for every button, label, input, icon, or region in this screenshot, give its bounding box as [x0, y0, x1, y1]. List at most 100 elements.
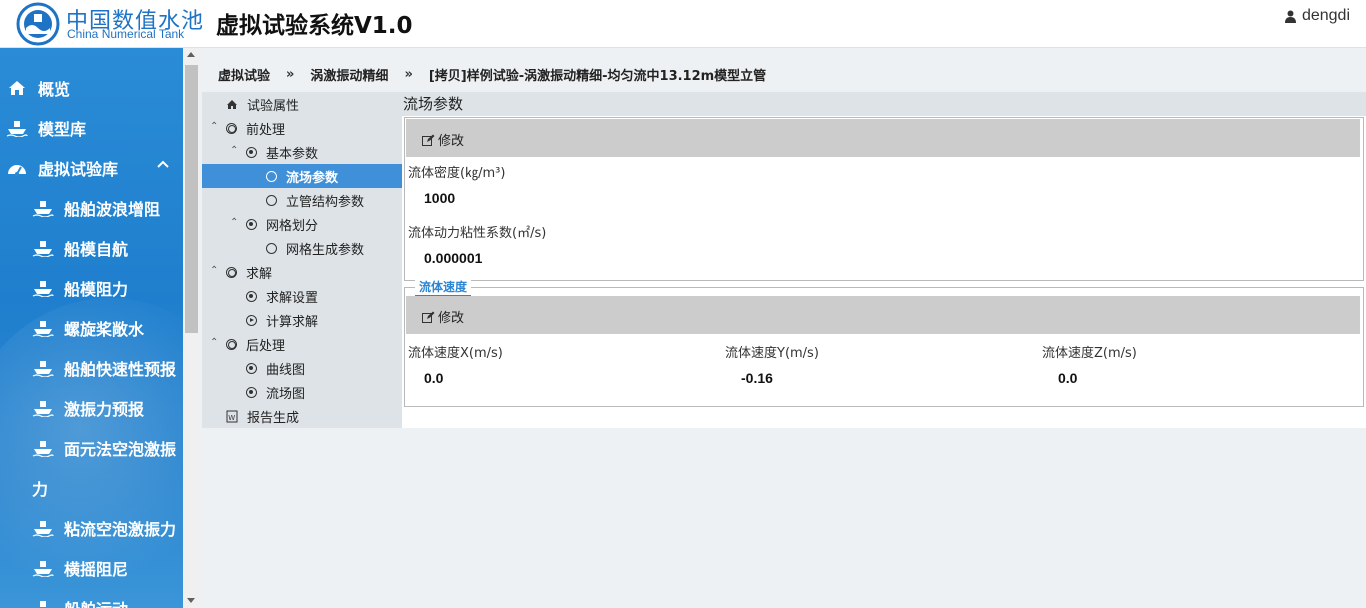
fluid-velocity-box: 流体速度 修改 流体速度X(m/s) 0.0 流体速度Y(m/s) -0.16 … — [404, 279, 1364, 407]
ship-icon — [40, 601, 46, 607]
sidebar-item-label: 螺旋桨敞水 — [64, 320, 145, 339]
ship-icon — [32, 441, 54, 457]
user-menu[interactable]: dengdi — [1284, 7, 1350, 25]
collapse-toggle-icon[interactable]: ⌃ — [230, 145, 238, 156]
sidebar-scrollbar[interactable] — [183, 48, 200, 608]
tree-item-label: 求解 — [246, 266, 273, 282]
username: dengdi — [1301, 7, 1350, 24]
sidebar-item-self-propulsion[interactable]: 船模自航 — [0, 228, 183, 268]
tree-item-mesh-gen-params[interactable]: 网格生成参数 — [266, 236, 364, 260]
tree-item-postprocess[interactable]: 后处理 — [226, 332, 285, 356]
sidebar-item-label: 船舶快速性预报 — [64, 360, 177, 379]
tree-item-test-properties[interactable]: 试验属性 — [226, 92, 299, 116]
panel-title: 流场参数 — [402, 92, 1366, 116]
velocity-y-label: 流体速度Y(m/s) — [725, 346, 819, 361]
radio-dot-icon — [246, 362, 257, 374]
tree-item-solve[interactable]: 求解 — [226, 260, 272, 284]
radio-circle-icon — [266, 194, 277, 206]
sidebar-item-roll-damping[interactable]: 横摇阻尼 — [0, 548, 183, 588]
sidebar-item-label: 船模阻力 — [64, 280, 129, 299]
sidebar-item-overview[interactable]: 概览 — [0, 68, 183, 108]
radio-circle-icon — [266, 170, 277, 182]
edit-button-label: 修改 — [438, 311, 465, 326]
sidebar-item-propeller-open-water[interactable]: 螺旋桨敞水 — [0, 308, 183, 348]
sidebar-item-label: 船舶运动 — [64, 596, 128, 608]
collapse-toggle-icon[interactable]: ⌃ — [230, 217, 238, 228]
sidebar-item-exciting-force[interactable]: 激振力预报 — [0, 388, 183, 428]
radio-target-icon — [226, 266, 237, 278]
sidebar-item-wave-added-resistance[interactable]: 船舶波浪增阻 — [0, 188, 183, 228]
ship-icon — [32, 561, 54, 577]
scroll-up-arrow-icon[interactable] — [187, 52, 195, 57]
edit-icon — [422, 311, 435, 323]
sidebar-item-panel-cavitation[interactable]: 面元法空泡激振 — [0, 428, 183, 468]
breadcrumb-item-virtual-test[interactable]: 虚拟试验 — [202, 65, 286, 84]
sidebar-item-label: 模型库 — [38, 120, 87, 139]
sidebar-item-label: 力 — [32, 480, 49, 499]
tree-item-label: 计算求解 — [266, 314, 319, 330]
tree-item-report[interactable]: W 报告生成 — [226, 404, 299, 428]
sidebar-item-label: 粘流空泡激振力 — [64, 520, 177, 539]
radio-dot-icon — [246, 290, 257, 302]
sidebar-item-model-resistance[interactable]: 船模阻力 — [0, 268, 183, 308]
edit-icon — [422, 134, 435, 146]
sidebar-item-ship-motion[interactable]: 船舶运动 — [0, 588, 183, 608]
ship-icon — [32, 361, 54, 377]
sidebar-item-speed-prediction[interactable]: 船舶快速性预报 — [0, 348, 183, 388]
tree-item-label: 试验属性 — [247, 98, 300, 114]
scroll-thumb[interactable] — [185, 65, 198, 333]
tree-item-basic-params[interactable]: 基本参数 — [246, 140, 318, 164]
tree-item-label: 后处理 — [246, 338, 286, 354]
edit-toolbar: 修改 — [406, 119, 1360, 157]
sidebar: 概览 模型库 虚拟试验库 船舶波浪增阻 船模自航 船模阻力 螺旋桨敞水 船舶快速… — [0, 48, 183, 608]
velocity-z-value: 0.0 — [1058, 370, 1078, 386]
sidebar-item-panel-cavitation-cont[interactable]: 力 — [0, 468, 183, 508]
edit-button-label: 修改 — [438, 134, 465, 149]
radio-circle-icon — [266, 242, 277, 254]
tree-item-label: 网格生成参数 — [286, 242, 365, 258]
app-title: 虚拟试验系统V1.0 — [216, 13, 413, 39]
tree-item-flow-field-plot[interactable]: 流场图 — [246, 380, 305, 404]
sidebar-item-label: 面元法空泡激振 — [64, 440, 177, 459]
radio-dot-icon — [246, 386, 257, 398]
viscosity-label: 流体动力粘性系数(㎡/s) — [408, 226, 547, 241]
radio-dot-icon — [246, 146, 257, 158]
collapse-toggle-icon[interactable]: ⌃ — [210, 121, 218, 132]
edit-button[interactable]: 修改 — [422, 307, 464, 326]
content-panel: 流场参数 修改 流体密度(㎏/m³) 1000 流体动力粘性系数(㎡/s) 0.… — [402, 92, 1366, 428]
viscosity-value: 0.000001 — [424, 250, 483, 266]
collapse-toggle-icon[interactable]: ⌃ — [210, 337, 218, 348]
tree-item-riser-structure[interactable]: 立管结构参数 — [266, 188, 364, 212]
ship-icon — [32, 321, 54, 337]
tree-item-label: 求解设置 — [266, 290, 319, 306]
fluid-density-value: 1000 — [424, 190, 456, 206]
collapse-toggle-icon[interactable]: ⌃ — [210, 265, 218, 276]
breadcrumb-item-viv[interactable]: 涡激振动精细 — [294, 65, 404, 84]
breadcrumb-separator: » — [286, 66, 295, 82]
radio-dot-icon — [246, 218, 257, 230]
velocity-x-label: 流体速度X(m/s) — [408, 346, 503, 361]
tree-item-label: 流场图 — [266, 386, 306, 402]
sidebar-item-model-library[interactable]: 模型库 — [0, 108, 183, 148]
ship-icon — [32, 521, 54, 537]
sidebar-item-label: 船模自航 — [64, 240, 129, 259]
edit-button[interactable]: 修改 — [422, 130, 464, 149]
word-document-icon: W — [226, 410, 238, 422]
edit-toolbar: 修改 — [406, 296, 1360, 334]
scroll-down-arrow-icon[interactable] — [187, 598, 195, 603]
tree-item-preprocess[interactable]: 前处理 — [226, 116, 285, 140]
tree-item-solve-settings[interactable]: 求解设置 — [246, 284, 318, 308]
tree-item-label: 曲线图 — [266, 362, 306, 378]
tree-item-meshing[interactable]: 网格划分 — [246, 212, 318, 236]
user-icon — [1284, 10, 1296, 23]
velocity-section-tab[interactable]: 流体速度 — [415, 279, 472, 297]
sidebar-item-viscous-cavitation[interactable]: 粘流空泡激振力 — [0, 508, 183, 548]
sidebar-item-virtual-test-library[interactable]: 虚拟试验库 — [0, 148, 183, 188]
tree-item-compute-solve[interactable]: 计算求解 — [246, 308, 318, 332]
breadcrumb-separator: » — [404, 66, 413, 82]
tree-item-label: 网格划分 — [266, 218, 319, 234]
home-icon — [9, 81, 25, 95]
tree-item-curve-plot[interactable]: 曲线图 — [246, 356, 305, 380]
sidebar-item-label: 横摇阻尼 — [64, 560, 129, 579]
tree-item-flow-params[interactable]: 流场参数 — [202, 164, 402, 188]
